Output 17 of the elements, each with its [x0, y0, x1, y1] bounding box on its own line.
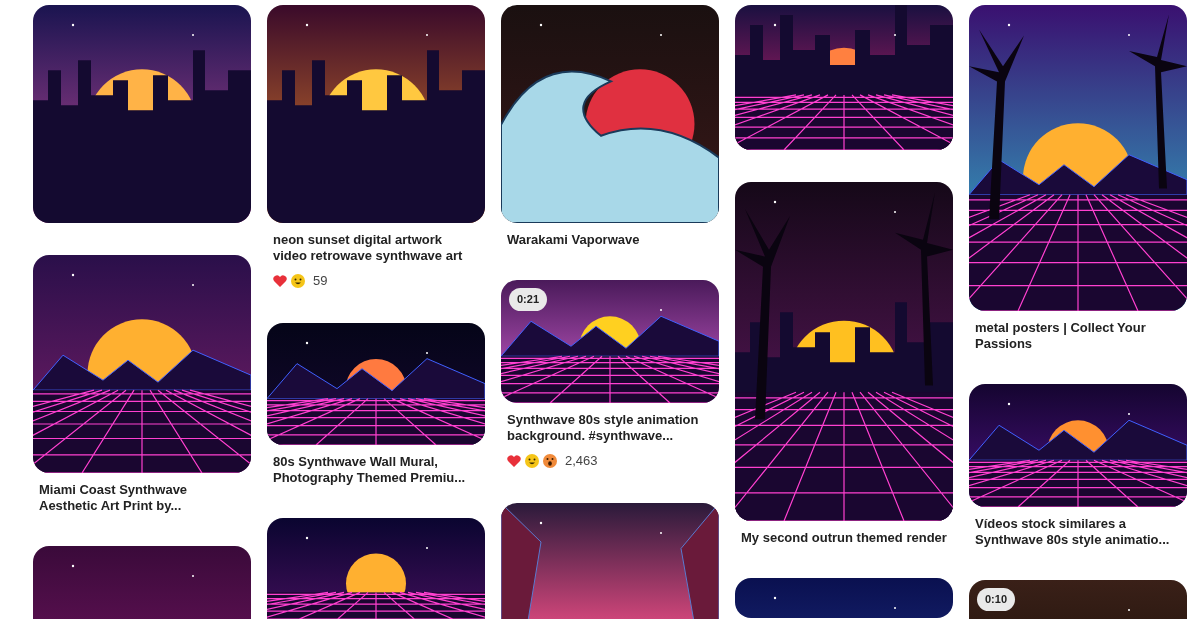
smiley-face-icon [290, 272, 306, 289]
reaction-count: 59 [313, 272, 328, 290]
pin-title[interactable]: My second outrun themed render [735, 521, 953, 546]
pin-title[interactable]: metal posters | Collect Your Passions [969, 311, 1187, 352]
video-duration: 0:10 [977, 588, 1016, 611]
heart-reaction-icon [272, 272, 288, 289]
pin-title[interactable]: Vídeos stock similares a Synthwave 80s style animatio... [969, 507, 1187, 548]
pin-title[interactable]: Miami Coast Synthwave Aesthetic Art Print by... [33, 473, 251, 514]
smiley-face-icon [524, 452, 540, 469]
pin-title[interactable]: Warakami Vaporwave [501, 223, 719, 248]
pin-title[interactable]: neon sunset digital artwork video retrowave synthwave art [267, 223, 485, 264]
video-duration: 0:21 [509, 288, 548, 311]
heart-reaction-icon [506, 452, 522, 469]
pin-title[interactable]: Synthwave 80s style animation background. #synthwave... [501, 403, 719, 444]
reaction-count: 2,463 [565, 452, 598, 470]
surprised-face-icon [542, 452, 558, 469]
pin-title[interactable]: 80s Synthwave Wall Mural, Photography Themed Premiu... [267, 444, 485, 486]
